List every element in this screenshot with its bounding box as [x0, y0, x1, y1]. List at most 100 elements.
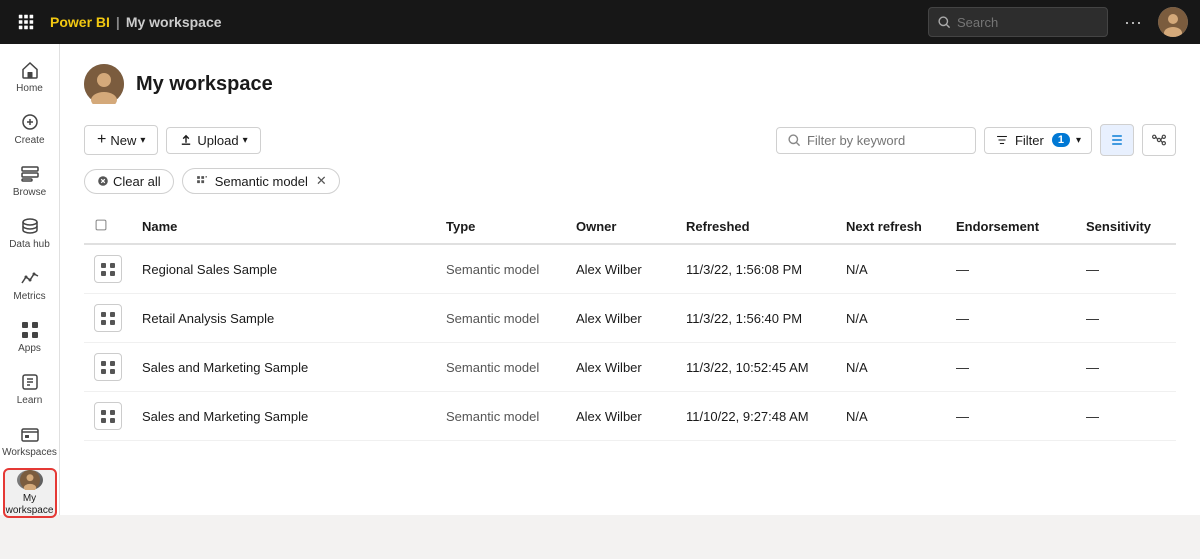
row-next-refresh-3: N/A [836, 392, 946, 441]
clear-icon [97, 175, 109, 187]
row-icon-cell-2 [84, 343, 132, 392]
more-options[interactable]: ··· [1118, 8, 1148, 37]
learn-icon [20, 372, 40, 392]
keyword-filter[interactable] [776, 127, 976, 154]
sidebar-home-label: Home [16, 83, 43, 95]
topbar-workspace: My workspace [126, 14, 222, 30]
row-refreshed-1: 11/3/22, 1:56:40 PM [676, 294, 836, 343]
sidebar-item-create[interactable]: Create [3, 104, 57, 154]
row-next-refresh-0: N/A [836, 244, 946, 294]
semantic-model-tag-label: Semantic model [215, 174, 308, 189]
search-icon [937, 15, 951, 29]
col-name-header[interactable]: Name [132, 210, 436, 244]
sidebar-datahub-label: Data hub [9, 239, 50, 251]
table-row: Sales and Marketing Sample Semantic mode… [84, 343, 1176, 392]
new-plus-icon: + [97, 131, 106, 149]
sidebar-item-home[interactable]: Home [3, 52, 57, 102]
row-name-0[interactable]: Regional Sales Sample [132, 244, 436, 294]
lineage-view-icon [1151, 132, 1167, 148]
row-owner-2: Alex Wilber [566, 343, 676, 392]
row-endorsement-0: — [946, 244, 1076, 294]
row-name-3[interactable]: Sales and Marketing Sample [132, 392, 436, 441]
new-button[interactable]: + New ▾ [84, 125, 158, 155]
metrics-icon [20, 268, 40, 288]
workspaces-icon [20, 424, 40, 444]
sidebar: Home Create Browse Data hu [0, 44, 60, 515]
row-name-2[interactable]: Sales and Marketing Sample [132, 343, 436, 392]
sidebar-browse-label: Browse [13, 187, 46, 199]
row-icon-cell-3 [84, 392, 132, 441]
col-sensitivity-header[interactable]: Sensitivity [1076, 210, 1176, 244]
row-endorsement-2: — [946, 343, 1076, 392]
clear-all-label: Clear all [113, 174, 161, 189]
col-next-refresh-header[interactable]: Next refresh [836, 210, 946, 244]
dots-grid-1 [101, 312, 115, 325]
row-owner-0: Alex Wilber [566, 244, 676, 294]
workspace-title: My workspace [136, 73, 273, 96]
keyword-input[interactable] [807, 133, 947, 148]
home-icon [20, 60, 40, 80]
clear-all-button[interactable]: Clear all [84, 169, 174, 194]
upload-button[interactable]: Upload ▾ [166, 127, 260, 154]
row-sensitivity-1: — [1076, 294, 1176, 343]
row-sensitivity-3: — [1076, 392, 1176, 441]
col-refreshed-header[interactable]: Refreshed [676, 210, 836, 244]
sidebar-item-learn[interactable]: Learn [3, 364, 57, 414]
upload-label: Upload [197, 133, 238, 148]
row-refreshed-3: 11/10/22, 9:27:48 AM [676, 392, 836, 441]
sidebar-item-browse[interactable]: Browse [3, 156, 57, 206]
col-owner-header[interactable]: Owner [566, 210, 676, 244]
upload-chevron-icon: ▾ [243, 135, 248, 146]
list-view-button[interactable] [1100, 124, 1134, 156]
row-icon-cell-1 [84, 294, 132, 343]
sidebar-item-workspaces[interactable]: Workspaces [3, 416, 57, 466]
table-header-row: Name Type Owner Refreshed Next refresh E… [84, 210, 1176, 244]
my-workspace-avatar [17, 470, 43, 490]
sidebar-my-workspace-label: Myworkspace [6, 493, 54, 517]
item-icon-2 [94, 353, 122, 381]
remove-semantic-model-tag[interactable]: ✕ [316, 173, 327, 189]
filter-search-icon [787, 133, 801, 147]
upload-icon [179, 133, 193, 147]
layout: Home Create Browse Data hu [0, 44, 1200, 515]
semantic-model-tag[interactable]: Semantic model ✕ [182, 168, 340, 194]
sidebar-workspaces-label: Workspaces [2, 447, 57, 459]
browse-icon [20, 164, 40, 184]
row-next-refresh-2: N/A [836, 343, 946, 392]
topbar: Power BI | My workspace ··· [0, 0, 1200, 44]
item-icon-1 [94, 304, 122, 332]
table-row: Regional Sales Sample Semantic model Ale… [84, 244, 1176, 294]
row-type-1: Semantic model [436, 294, 566, 343]
sidebar-item-apps[interactable]: Apps [3, 312, 57, 362]
sidebar-item-my-workspace[interactable]: Myworkspace [3, 468, 57, 518]
topbar-search-box[interactable] [928, 7, 1108, 37]
apps-icon [20, 320, 40, 340]
new-label: New [110, 133, 136, 148]
row-name-1[interactable]: Retail Analysis Sample [132, 294, 436, 343]
item-icon-3 [94, 402, 122, 430]
filter-badge: 1 [1052, 133, 1070, 147]
sidebar-apps-label: Apps [18, 343, 41, 355]
semantic-model-tag-icon [195, 174, 209, 188]
sidebar-item-metrics[interactable]: Metrics [3, 260, 57, 310]
col-icon-header [84, 210, 132, 244]
lineage-view-button[interactable] [1142, 124, 1176, 156]
user-avatar[interactable] [1158, 7, 1188, 37]
create-icon [20, 112, 40, 132]
topbar-search-input[interactable] [957, 15, 1077, 30]
filter-label: Filter [1015, 133, 1044, 148]
col-endorsement-header[interactable]: Endorsement [946, 210, 1076, 244]
filter-count: 1 [1050, 133, 1070, 147]
row-owner-1: Alex Wilber [566, 294, 676, 343]
filter-button[interactable]: Filter 1 ▾ [984, 127, 1092, 154]
filter-chevron-icon: ▾ [1076, 135, 1081, 146]
table-row: Sales and Marketing Sample Semantic mode… [84, 392, 1176, 441]
waffle-menu[interactable] [12, 8, 40, 36]
row-next-refresh-1: N/A [836, 294, 946, 343]
col-type-header[interactable]: Type [436, 210, 566, 244]
sidebar-item-datahub[interactable]: Data hub [3, 208, 57, 258]
sidebar-learn-label: Learn [17, 395, 43, 407]
row-refreshed-2: 11/3/22, 10:52:45 AM [676, 343, 836, 392]
brand: Power BI | My workspace [50, 14, 222, 30]
select-all-icon [94, 218, 108, 232]
